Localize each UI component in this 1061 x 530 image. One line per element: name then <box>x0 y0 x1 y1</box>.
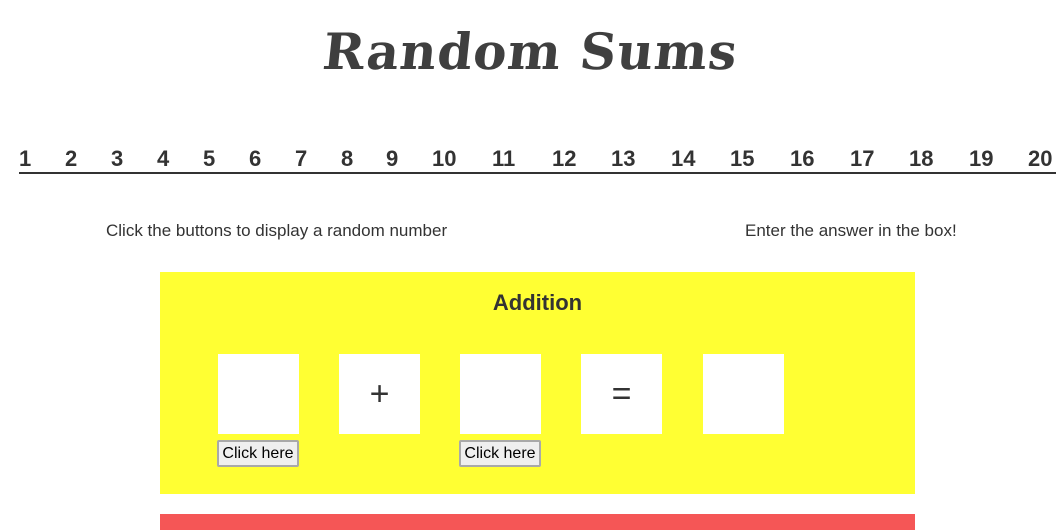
nav-item-20[interactable]: 20 <box>1028 146 1052 172</box>
nav-item-12[interactable]: 12 <box>552 146 576 172</box>
next-panel <box>160 514 915 530</box>
addition-title: Addition <box>492 290 583 315</box>
nav-item-17[interactable]: 17 <box>850 146 874 172</box>
nav-item-4[interactable]: 4 <box>157 146 169 172</box>
nav-item-5[interactable]: 5 <box>203 146 215 172</box>
nav-item-13[interactable]: 13 <box>611 146 635 172</box>
page-title: Random Sums <box>320 22 741 81</box>
nav-item-9[interactable]: 9 <box>386 146 398 172</box>
nav-item-8[interactable]: 8 <box>341 146 353 172</box>
nav-item-7[interactable]: 7 <box>295 146 307 172</box>
plus-sign: + <box>339 354 420 434</box>
equals-sign: = <box>581 354 662 434</box>
addition-panel: Addition + = Click here Click here <box>160 272 915 494</box>
answer-input[interactable] <box>703 354 784 434</box>
nav-item-14[interactable]: 14 <box>671 146 695 172</box>
nav-item-10[interactable]: 10 <box>432 146 456 172</box>
random-second-number-button[interactable]: Click here <box>459 440 541 467</box>
nav-item-16[interactable]: 16 <box>790 146 814 172</box>
second-number-box <box>460 354 541 434</box>
nav-item-6[interactable]: 6 <box>249 146 261 172</box>
instruction-answer: Enter the answer in the box! <box>745 221 957 240</box>
nav-item-3[interactable]: 3 <box>111 146 123 172</box>
nav-item-15[interactable]: 15 <box>730 146 754 172</box>
nav-item-2[interactable]: 2 <box>65 146 77 172</box>
first-number-box <box>218 354 299 434</box>
nav-item-11[interactable]: 11 <box>492 146 515 172</box>
nav-item-18[interactable]: 18 <box>909 146 933 172</box>
nav-item-19[interactable]: 19 <box>969 146 993 172</box>
instruction-buttons: Click the buttons to display a random nu… <box>106 221 448 240</box>
nav-item-1[interactable]: 1 <box>19 146 31 172</box>
random-first-number-button[interactable]: Click here <box>217 440 299 467</box>
page: Random Sums 1 2 3 4 5 6 7 8 9 10 11 12 1… <box>0 0 1061 530</box>
number-nav: 1 2 3 4 5 6 7 8 9 10 11 12 13 14 15 16 1… <box>19 146 1056 174</box>
